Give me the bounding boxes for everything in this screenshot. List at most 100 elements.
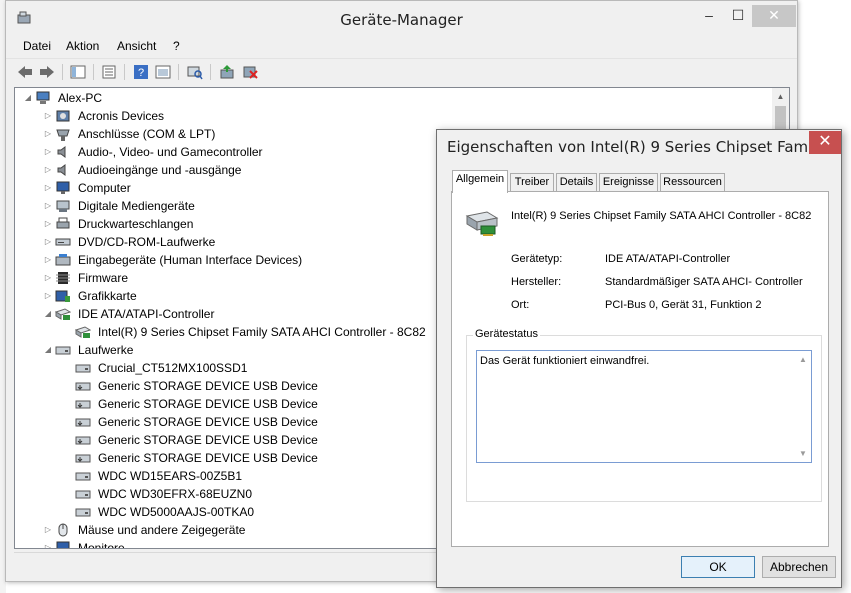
acronis-icon bbox=[56, 110, 70, 122]
drive-icon bbox=[75, 364, 91, 373]
tree-item-label: WDC WD15EARS-00Z5B1 bbox=[98, 469, 243, 483]
expand-arrow-icon[interactable]: ▷ bbox=[43, 521, 53, 539]
close-button[interactable]: ✕ bbox=[752, 5, 796, 27]
expand-arrow-icon[interactable]: ▷ bbox=[43, 287, 53, 305]
tab-treiber[interactable]: Treiber bbox=[510, 173, 554, 192]
usb-drive-icon bbox=[75, 382, 91, 391]
graphics-icon bbox=[55, 290, 70, 302]
expand-arrow-icon[interactable]: ▷ bbox=[43, 107, 53, 125]
field-label-geraetetyp: Gerätetyp: bbox=[511, 253, 563, 265]
device-status-label: Gerätestatus bbox=[473, 328, 540, 340]
mouse-icon bbox=[58, 523, 68, 537]
scroll-up-arrow-icon[interactable]: ▲ bbox=[772, 88, 789, 105]
window-title: Geräte-Manager bbox=[340, 11, 463, 29]
tree-item-label: Alex-PC bbox=[58, 91, 103, 105]
help-icon[interactable]: ? bbox=[132, 63, 150, 81]
tree-item-label: DVD/CD-ROM-Laufwerke bbox=[78, 235, 216, 249]
drive-icon bbox=[75, 508, 91, 517]
tab-page-allgemein: Intel(R) 9 Series Chipset Family SATA AH… bbox=[451, 191, 829, 547]
menu-help[interactable]: ? bbox=[173, 39, 180, 53]
collapse-arrow-icon[interactable]: ◢ bbox=[43, 341, 53, 359]
tree-item-label: Audioeingänge und -ausgänge bbox=[78, 163, 242, 177]
dialog-title: Eigenschaften von Intel(R) 9 Series Chip… bbox=[447, 138, 807, 156]
computer-icon bbox=[36, 91, 50, 104]
monitor-icon bbox=[56, 541, 70, 548]
status-scrollbar[interactable]: ▲ ▼ bbox=[797, 353, 809, 460]
device-name: Intel(R) 9 Series Chipset Family SATA AH… bbox=[511, 210, 812, 222]
forward-icon[interactable] bbox=[38, 63, 56, 81]
ok-button[interactable]: OK bbox=[681, 556, 755, 578]
tree-item-label: Generic STORAGE DEVICE USB Device bbox=[98, 397, 318, 411]
scan-hardware-icon[interactable] bbox=[186, 63, 204, 81]
device-status-textbox[interactable]: Das Gerät funktioniert einwandfrei. ▲ ▼ bbox=[476, 350, 812, 463]
tab-ereignisse[interactable]: Ereignisse bbox=[599, 173, 658, 192]
toolbar: ? bbox=[6, 58, 797, 84]
field-value-hersteller: Standardmäßiger SATA AHCI- Controller bbox=[605, 276, 803, 288]
expand-arrow-icon[interactable]: ▷ bbox=[43, 269, 53, 287]
firmware-icon bbox=[56, 272, 70, 284]
cancel-button[interactable]: Abbrechen bbox=[762, 556, 836, 578]
expand-arrow-icon[interactable]: ▷ bbox=[43, 125, 53, 143]
menu-ansicht[interactable]: Ansicht bbox=[117, 39, 156, 53]
expand-arrow-icon[interactable]: ▷ bbox=[43, 161, 53, 179]
tree-row[interactable]: ▷ Acronis Devices bbox=[15, 107, 770, 125]
field-value-geraetetyp: IDE ATA/ATAPI-Controller bbox=[605, 253, 731, 265]
tree-item-label: Generic STORAGE DEVICE USB Device bbox=[98, 379, 318, 393]
expand-arrow-icon[interactable]: ▷ bbox=[43, 539, 53, 548]
usb-drive-icon bbox=[75, 418, 91, 427]
hid-icon bbox=[55, 254, 71, 266]
ide-controller-icon bbox=[465, 211, 499, 236]
uninstall-icon[interactable] bbox=[241, 63, 259, 81]
toolbar-separator bbox=[124, 64, 125, 80]
collapse-arrow-icon[interactable]: ◢ bbox=[43, 305, 53, 323]
tree-item-label: Audio-, Video- und Gamecontroller bbox=[78, 145, 263, 159]
menu-datei[interactable]: Datei bbox=[23, 39, 51, 53]
device-status-group: Gerätestatus Das Gerät funktioniert einw… bbox=[466, 328, 822, 502]
tree-item-label: Anschlüsse (COM & LPT) bbox=[78, 127, 216, 141]
tree-item-label: Eingabegeräte (Human Interface Devices) bbox=[78, 253, 303, 267]
back-icon[interactable] bbox=[16, 63, 34, 81]
expand-arrow-icon[interactable]: ▷ bbox=[43, 215, 53, 233]
tab-ressourcen[interactable]: Ressourcen bbox=[660, 173, 725, 192]
tab-allgemein[interactable]: Allgemein bbox=[452, 170, 508, 193]
tree-item-label: Grafikkarte bbox=[78, 289, 137, 303]
tab-details[interactable]: Details bbox=[556, 173, 597, 192]
tree-item-label: Computer bbox=[78, 181, 131, 195]
tree-item-label: Crucial_CT512MX100SSD1 bbox=[98, 361, 248, 375]
tree-item-label: Generic STORAGE DEVICE USB Device bbox=[98, 433, 318, 447]
toolbar-separator bbox=[93, 64, 94, 80]
field-label-ort: Ort: bbox=[511, 299, 530, 311]
speaker-icon bbox=[57, 146, 66, 158]
dialog-close-button[interactable]: ✕ bbox=[809, 131, 841, 154]
toolbar-separator bbox=[210, 64, 211, 80]
view-icon[interactable] bbox=[154, 63, 172, 81]
tree-item-label: Mäuse und andere Zeigegeräte bbox=[78, 523, 246, 537]
scroll-down-arrow-icon[interactable]: ▼ bbox=[797, 449, 809, 458]
tree-row[interactable]: ◢ Alex-PC bbox=[15, 89, 770, 107]
dvd-icon bbox=[55, 238, 71, 246]
tree-item-label: Generic STORAGE DEVICE USB Device bbox=[98, 415, 318, 429]
show-hide-tree-icon[interactable] bbox=[69, 63, 87, 81]
minimize-button[interactable]: – bbox=[697, 5, 721, 27]
menu-aktion[interactable]: Aktion bbox=[66, 39, 99, 53]
usb-drive-icon bbox=[75, 400, 91, 409]
drive-icon bbox=[55, 346, 71, 355]
device-status-text: Das Gerät funktioniert einwandfrei. bbox=[480, 355, 650, 367]
expand-arrow-icon[interactable]: ▷ bbox=[43, 251, 53, 269]
svg-text:?: ? bbox=[138, 67, 144, 79]
scroll-up-arrow-icon[interactable]: ▲ bbox=[797, 355, 809, 364]
media-device-icon bbox=[56, 200, 70, 212]
properties-icon[interactable] bbox=[100, 63, 118, 81]
tree-item-label: Monitore bbox=[78, 541, 125, 549]
expand-arrow-icon[interactable]: ▷ bbox=[43, 179, 53, 197]
expand-arrow-icon[interactable]: ▷ bbox=[43, 233, 53, 251]
tree-item-label: Druckwarteschlangen bbox=[78, 217, 194, 231]
tree-item-label: IDE ATA/ATAPI-Controller bbox=[78, 307, 215, 321]
expand-arrow-icon[interactable]: ▷ bbox=[43, 197, 53, 215]
printer-icon bbox=[56, 217, 70, 229]
tree-item-label: Intel(R) 9 Series Chipset Family SATA AH… bbox=[98, 325, 426, 339]
collapse-arrow-icon[interactable]: ◢ bbox=[23, 89, 33, 107]
maximize-button[interactable]: ☐ bbox=[726, 5, 750, 27]
update-driver-icon[interactable] bbox=[218, 63, 236, 81]
expand-arrow-icon[interactable]: ▷ bbox=[43, 143, 53, 161]
